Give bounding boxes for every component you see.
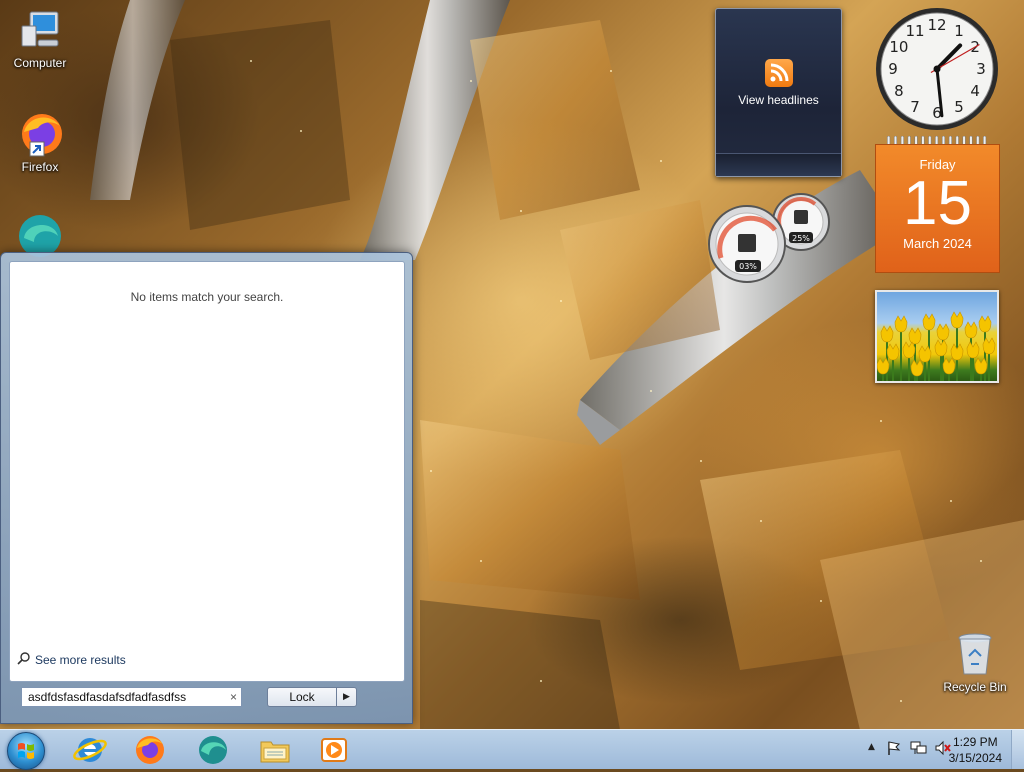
see-more-results-label: See more results: [35, 652, 126, 667]
desktop-icon-label: Firefox: [21, 160, 59, 174]
tulip-flower: [922, 313, 936, 331]
feed-gadget-footer: [716, 153, 841, 176]
taskbar-edge[interactable]: [191, 732, 235, 767]
tulip-flower: [910, 359, 924, 377]
taskbar-file-explorer[interactable]: [253, 732, 297, 767]
feed-headlines-gadget[interactable]: View headlines: [715, 8, 842, 177]
calendar-page: Friday 15 March 2024: [875, 144, 1000, 273]
cpu-meter-gadget[interactable]: 25% 03%: [705, 190, 833, 286]
slideshow-gadget[interactable]: [875, 290, 999, 383]
start-menu: No items match your search. See more res…: [0, 252, 413, 724]
clear-search-icon[interactable]: ×: [230, 690, 237, 704]
tulip-flower: [886, 343, 900, 361]
clock-numeral: 8: [894, 82, 904, 100]
cpu-meter-dials: 25% 03%: [708, 193, 830, 283]
search-query-text: asdfdsfasdfasdafsdfadfasdfss: [28, 690, 187, 704]
clock-numeral: 12: [927, 16, 946, 34]
tulip-flower: [942, 357, 956, 375]
action-center-flag-icon[interactable]: [886, 740, 902, 759]
clock-numeral: 4: [970, 82, 980, 100]
magnifier-icon: [17, 651, 31, 668]
tulip-photo: [877, 311, 996, 381]
tulip-flower: [902, 341, 916, 359]
cpu-chip-icon: [738, 234, 756, 252]
clock-numeral: 5: [954, 98, 964, 116]
taskbar: ▲ 1:29 PM 3/15/2024: [0, 729, 1024, 770]
start-button[interactable]: [7, 732, 45, 770]
clock-gadget[interactable]: 123456789101112: [874, 6, 1000, 132]
recycle-bin-icon: [951, 630, 999, 678]
file-explorer-icon: [260, 741, 290, 763]
rss-icon: [764, 59, 793, 87]
cpu-value: 03%: [739, 262, 757, 271]
taskbar-media-player[interactable]: [312, 732, 356, 767]
taskbar-firefox[interactable]: [128, 732, 172, 767]
tulip-flower: [908, 327, 922, 345]
desktop-icon-label: Computer: [13, 56, 67, 70]
show-desktop-button[interactable]: [1011, 730, 1024, 769]
no-results-message: No items match your search.: [130, 290, 284, 304]
tulip-flower: [894, 315, 908, 333]
firefox-icon: [16, 110, 64, 158]
clock-time: 1:29 PM: [952, 735, 998, 749]
windows-logo-icon: [18, 743, 34, 759]
internet-explorer-icon: [73, 738, 107, 762]
tulip-flower: [974, 357, 988, 375]
analog-clock-face: 123456789101112: [876, 8, 998, 130]
tulip-flower: [936, 323, 950, 341]
clock-numeral: 3: [976, 60, 986, 78]
tulip-flower: [978, 315, 992, 333]
tulip-flower: [934, 339, 948, 357]
show-hidden-icons-button[interactable]: ▲: [868, 742, 875, 752]
media-player-icon: [321, 738, 347, 762]
tulip-flower: [964, 321, 978, 339]
clock-numeral: 7: [910, 98, 920, 116]
network-icon[interactable]: [910, 740, 928, 759]
tulip-flower: [966, 341, 980, 359]
desktop-icon-computer[interactable]: Computer: [0, 6, 80, 70]
firefox-icon: [136, 736, 164, 764]
clock-date: 3/15/2024: [948, 751, 1002, 765]
clock-numeral: 11: [905, 22, 924, 40]
tulip-flower: [982, 337, 996, 355]
memory-chip-icon: [794, 210, 808, 224]
taskbar-clock[interactable]: 1:29 PM 3/15/2024: [949, 734, 1002, 766]
clock-numeral: 9: [888, 60, 898, 78]
tulip-flower: [950, 311, 964, 329]
tulip-flower: [880, 325, 894, 343]
tulip-flower: [918, 345, 932, 363]
power-options-arrow-button[interactable]: ▶: [336, 687, 357, 707]
desktop-icon-firefox[interactable]: Firefox: [0, 110, 80, 174]
memory-value: 25%: [792, 234, 810, 243]
search-results-pane: No items match your search.: [9, 261, 405, 682]
notification-area: ▲ 1:29 PM 3/15/2024: [844, 730, 1024, 769]
calendar-gadget[interactable]: Friday 15 March 2024: [875, 136, 1000, 273]
clock-numeral: 10: [889, 38, 908, 56]
lock-button[interactable]: Lock: [267, 687, 337, 707]
tulip-flower: [877, 357, 890, 375]
desktop-icon-recycle-bin[interactable]: Recycle Bin: [935, 630, 1015, 694]
clock-numeral: 1: [954, 22, 964, 40]
view-headlines-link[interactable]: View headlines: [716, 93, 841, 107]
computer-icon: [16, 6, 64, 54]
start-search-input[interactable]: asdfdsfasdfasdafsdfadfasdfss ×: [21, 687, 242, 707]
calendar-month: March 2024: [903, 236, 972, 251]
see-more-results-link[interactable]: See more results: [17, 651, 126, 668]
edge-icon: [199, 736, 227, 764]
desktop-icon-label: Recycle Bin: [943, 680, 1007, 694]
calendar-day: 15: [903, 169, 972, 238]
taskbar-internet-explorer[interactable]: [68, 732, 112, 767]
